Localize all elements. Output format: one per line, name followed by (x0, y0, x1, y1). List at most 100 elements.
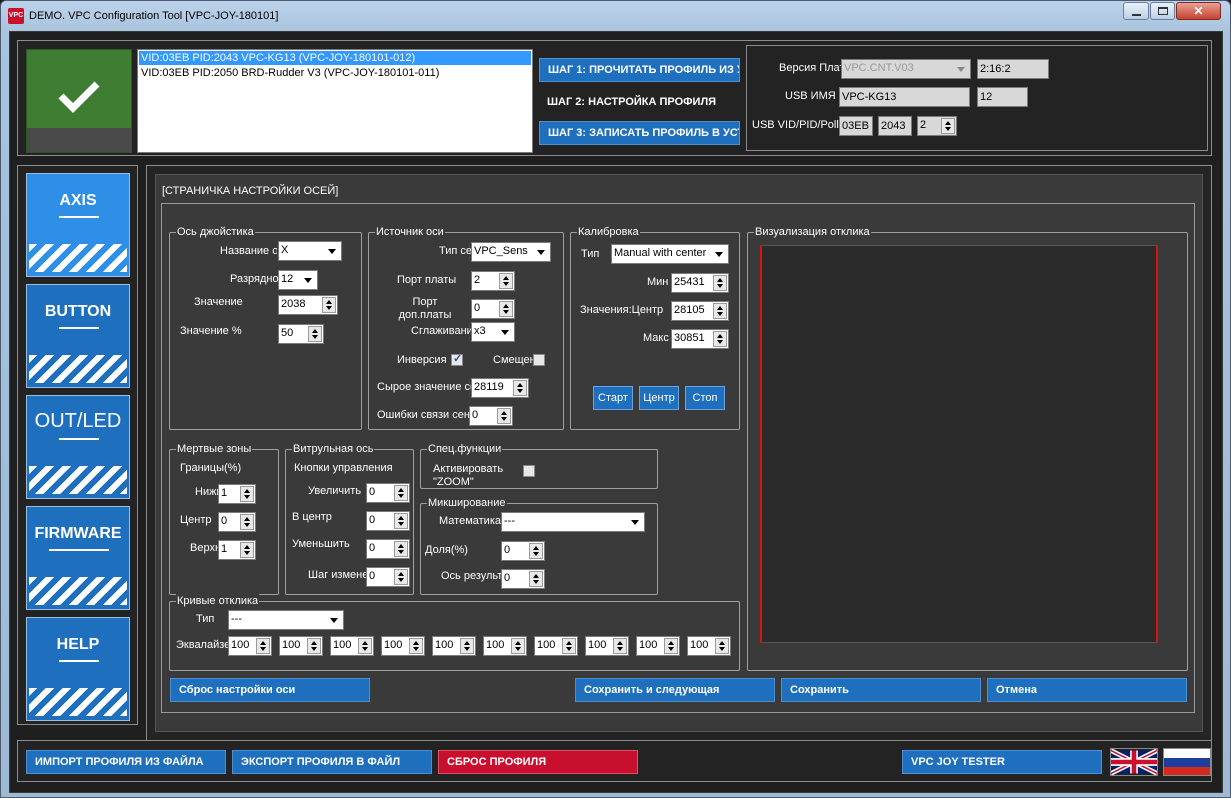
calib-min-label: Мин (647, 276, 669, 288)
invert-checkbox[interactable]: ✓ (451, 353, 463, 366)
equalizer-stepper[interactable]: 100 (228, 636, 272, 656)
equalizer-label: Эквалайзер (176, 639, 228, 651)
equalizer-stepper[interactable]: 100 (330, 636, 374, 656)
sensor-type-label: Тип сенсора (439, 245, 471, 257)
bits-select[interactable]: 12 (278, 270, 318, 290)
calib-center-button[interactable]: Центр (639, 386, 679, 410)
equalizer-stepper[interactable]: 100 (279, 636, 323, 656)
reset-axis-button[interactable]: Сброс настройки оси (170, 678, 370, 702)
equalizer-stepper[interactable]: 100 (636, 636, 680, 656)
chevron-down-icon (711, 246, 727, 262)
zoom-checkbox[interactable] (523, 465, 535, 477)
dead-low-stepper[interactable]: 1 (218, 484, 256, 504)
device-item[interactable]: VID:03EB PID:2050 BRD-Rudder V3 (VPC-JOY… (139, 66, 531, 80)
chevron-down-icon (497, 324, 513, 340)
chevron-down-icon (953, 61, 969, 77)
calib-type-select[interactable]: Manual with center (611, 244, 729, 264)
window-title: DEMO. VPC Configuration Tool [VPC-JOY-18… (29, 10, 279, 22)
curve-type-select[interactable]: --- (228, 610, 344, 630)
calib-stop-button[interactable]: Стоп (685, 386, 725, 410)
mix-math-select[interactable]: --- (501, 512, 645, 532)
usb-name-label: USB ИМЯ (785, 90, 836, 102)
dead-center-stepper[interactable]: 0 (218, 512, 256, 532)
virtual-center-label: В центр (292, 511, 332, 523)
step3-write-button[interactable]: ШАГ 3: ЗАПИСАТЬ ПРОФИЛЬ В УСТРОЙСТВО (539, 121, 740, 145)
nav-firmware[interactable]: FIRMWARE (26, 506, 130, 610)
dead-center-label: Центр (180, 514, 212, 526)
close-button[interactable]: ✕ (1176, 2, 1221, 20)
virtual-step-label: Шаг изменения (308, 569, 366, 581)
main-panel: [СТРАНИЧКА НАСТРОЙКИ ОСЕЙ] Ось джойстика… (146, 165, 1212, 741)
mix-share-stepper[interactable]: 0 (501, 541, 545, 561)
raw-value-label: Сырое значение сенсора (377, 381, 471, 393)
save-next-button[interactable]: Сохранить и следующая (575, 678, 775, 702)
sensor-type-select[interactable]: VPC_Sens (471, 242, 551, 262)
device-item-selected[interactable]: VID:03EB PID:2043 VPC-KG13 (VPC-JOY-1801… (139, 51, 531, 65)
russian-flag-icon[interactable] (1163, 748, 1211, 776)
save-button[interactable]: Сохранить (781, 678, 981, 702)
dead-high-stepper[interactable]: 1 (218, 540, 256, 560)
equalizer-stepper[interactable]: 100 (432, 636, 476, 656)
dead-low-label: Нижняя (195, 486, 218, 498)
nav-button[interactable]: BUTTON (26, 284, 130, 388)
vid-input[interactable]: 03EB (839, 116, 873, 136)
virtual-dec-stepper[interactable]: 0 (366, 539, 410, 559)
mix-result-stepper[interactable]: 0 (501, 569, 545, 589)
board-version-select[interactable]: VPC.CNT.V03 (841, 59, 971, 79)
calib-center-label: Значения:Центр (580, 304, 664, 316)
minimize-button[interactable] (1123, 2, 1149, 20)
smoothing-select[interactable]: x3 (471, 322, 515, 342)
cancel-button[interactable]: Отмена (987, 678, 1187, 702)
status-indicator (26, 49, 132, 153)
response-curves-group: Кривые отклика Тип --- Эквалайзер 100 10… (169, 594, 740, 671)
usb-name-input[interactable]: VPC-KG13 (839, 87, 970, 107)
sensor-errors-stepper[interactable]: 0 (469, 406, 513, 426)
board-info-panel: Версия Платы VPC.CNT.V03 2:16:2 USB ИМЯ … (746, 45, 1208, 151)
chevron-down-icon (326, 612, 342, 628)
offset-checkbox[interactable] (533, 354, 545, 366)
import-profile-button[interactable]: ИМПОРТ ПРОФИЛЯ ИЗ ФАЙЛА (26, 750, 226, 774)
response-visualization-group: Визуализация отклика (747, 225, 1188, 671)
equalizer-stepper[interactable]: 100 (687, 636, 731, 656)
calib-start-button[interactable]: Старт (593, 386, 633, 410)
virtual-center-stepper[interactable]: 0 (366, 511, 410, 531)
english-flag-icon[interactable] (1110, 748, 1158, 776)
poll-stepper[interactable]: 2 (917, 116, 957, 136)
value-stepper[interactable]: 2038 (278, 295, 338, 315)
calib-min-stepper[interactable]: 25431 (671, 273, 729, 293)
equalizer-stepper[interactable]: 100 (534, 636, 578, 656)
nav-axis[interactable]: AXIS (26, 173, 130, 277)
virtual-axis-group: Витрульная ось Кнопки управления Увеличи… (285, 442, 414, 595)
export-profile-button[interactable]: ЭКСПОРТ ПРОФИЛЯ В ФАЙЛ (232, 750, 432, 774)
value-label: Значение (194, 296, 243, 308)
value-pct-stepper[interactable]: 50 (278, 324, 324, 344)
axis-name-label: Название оси (220, 245, 277, 257)
axis-page: [СТРАНИЧКА НАСТРОЙКИ ОСЕЙ] Ось джойстика… (155, 174, 1203, 732)
calib-max-stepper[interactable]: 30851 (671, 329, 729, 349)
equalizer-stepper[interactable]: 100 (483, 636, 527, 656)
equalizer-stepper[interactable]: 100 (585, 636, 629, 656)
board-port-stepper[interactable]: 2 (471, 271, 515, 291)
top-panel: VID:03EB PID:2043 VPC-KG13 (VPC-JOY-1801… (17, 40, 1212, 156)
invert-label: Инверсия (397, 354, 447, 366)
zoom-label: Активировать "ZOOM" (433, 463, 504, 488)
reset-profile-button[interactable]: СБРОС ПРОФИЛЯ (438, 750, 638, 774)
virtual-inc-stepper[interactable]: 0 (366, 483, 410, 503)
axis-name-select[interactable]: X (278, 241, 342, 261)
raw-value-stepper[interactable]: 28119 (471, 378, 529, 398)
maximize-button[interactable] (1150, 2, 1175, 20)
nav-out-led[interactable]: OUT/LED (26, 395, 130, 499)
pid-input[interactable]: 2043 (878, 116, 912, 136)
board-port-label: Порт платы (397, 274, 457, 286)
ext-port-stepper[interactable]: 0 (471, 299, 515, 319)
step1-read-button[interactable]: ШАГ 1: ПРОЧИТАТЬ ПРОФИЛЬ ИЗ УСТРОЙСТВА (539, 58, 740, 82)
calib-center-stepper[interactable]: 28105 (671, 301, 729, 321)
equalizer-stepper[interactable]: 100 (381, 636, 425, 656)
virtual-step-stepper[interactable]: 0 (366, 567, 410, 587)
bottom-bar: ИМПОРТ ПРОФИЛЯ ИЗ ФАЙЛА ЭКСПОРТ ПРОФИЛЯ … (17, 740, 1212, 782)
joy-tester-button[interactable]: VPC JOY TESTER (902, 750, 1102, 774)
mix-share-label: Доля(%) (425, 544, 468, 556)
device-list[interactable]: VID:03EB PID:2043 VPC-KG13 (VPC-JOY-1801… (137, 49, 533, 153)
nav-help[interactable]: HELP (26, 617, 130, 721)
usb-vid-label: USB VID/PID/Poll (752, 119, 839, 131)
